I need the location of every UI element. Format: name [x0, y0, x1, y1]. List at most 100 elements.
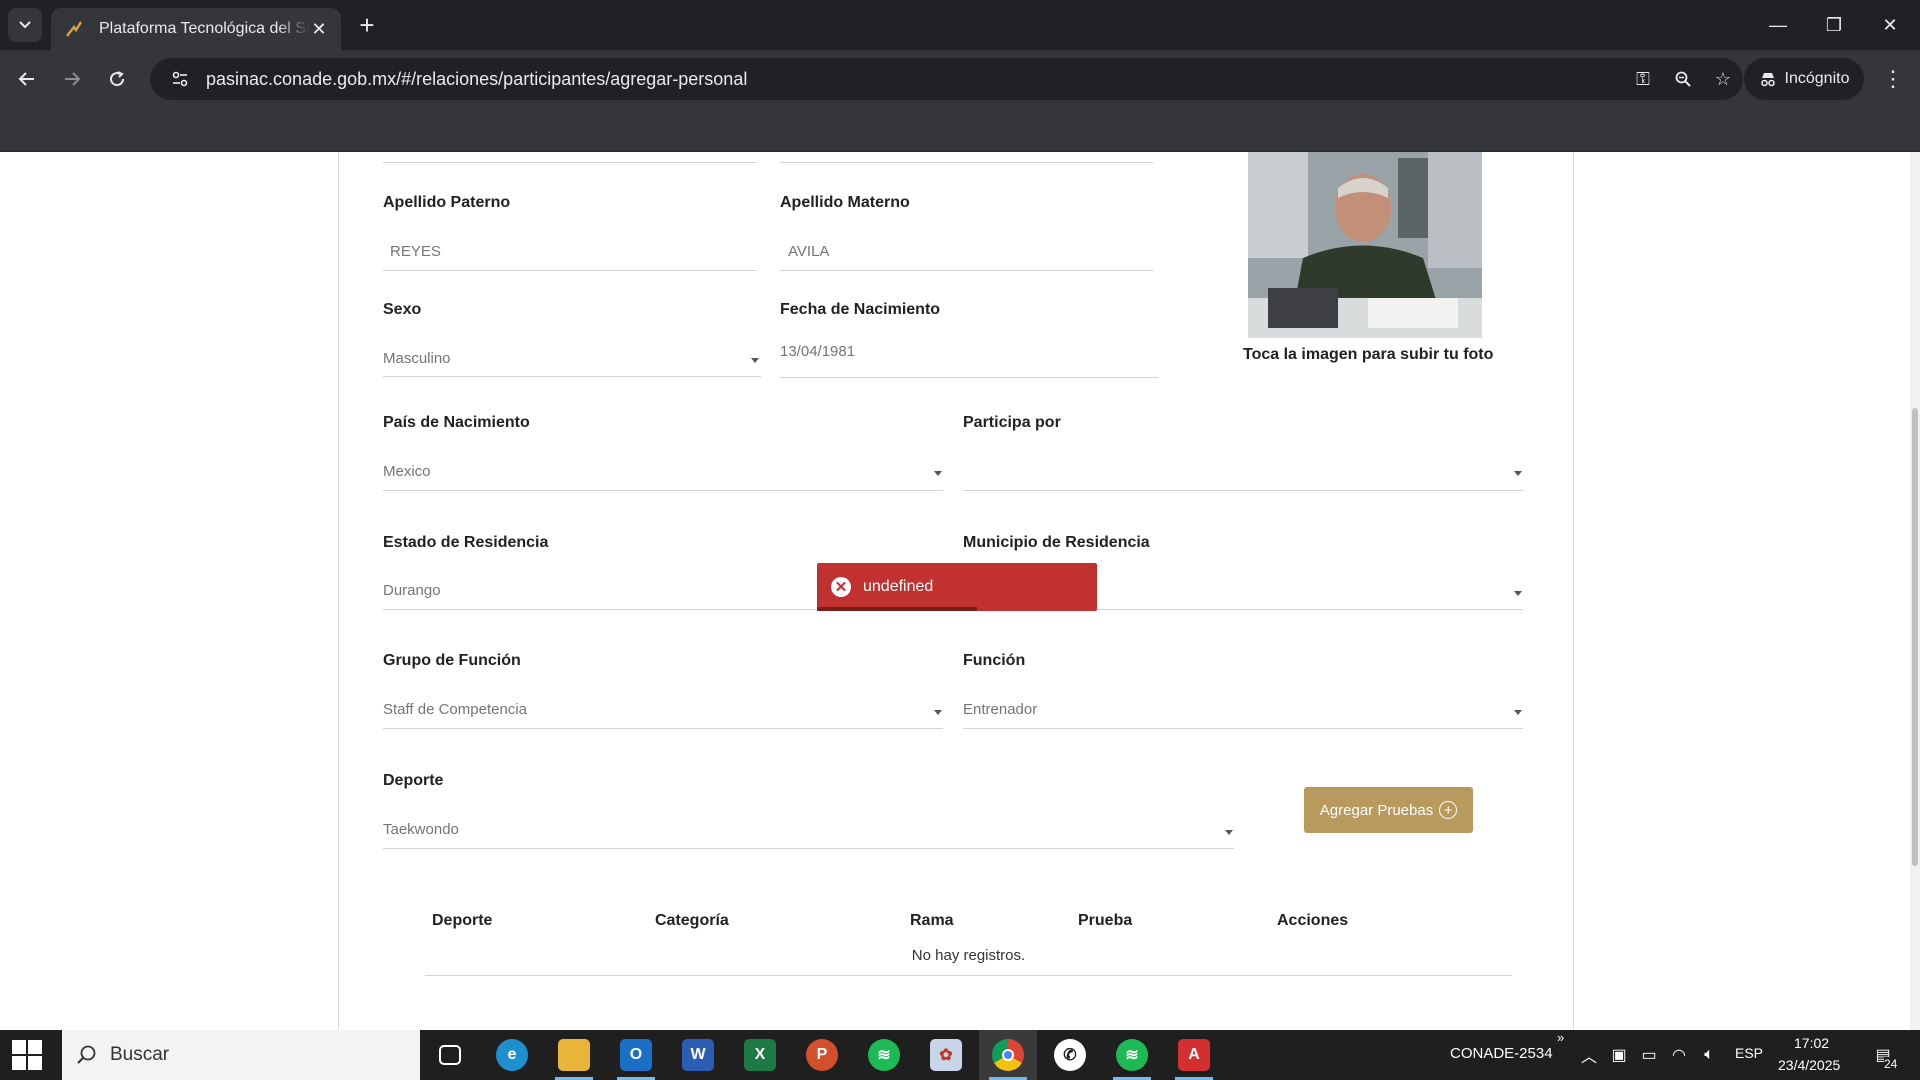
apellido-materno-input[interactable]: AVILA	[788, 243, 829, 260]
table-header-deporte: Deporte	[432, 912, 493, 929]
apellido-materno-underline	[780, 270, 1154, 271]
grupo-funcion-select[interactable]: Staff de Competencia	[383, 701, 527, 718]
toast-progress-bar	[817, 607, 977, 611]
pais-nacimiento-select[interactable]: Mexico	[383, 463, 431, 480]
apellido-paterno-underline	[383, 270, 757, 271]
incognito-label: Incógnito	[1784, 70, 1850, 87]
word-icon[interactable]: W	[669, 1030, 727, 1080]
plus-circle-icon: +	[1439, 801, 1458, 819]
chevron-up-icon[interactable]: ︿	[1578, 1044, 1600, 1066]
browser-toolbar: pasinac.conade.gob.mx/#/relaciones/parti…	[0, 50, 1920, 108]
municipio-residencia-label: Municipio de Residencia	[963, 534, 1150, 551]
tab-search-button[interactable]	[8, 8, 42, 42]
search-icon	[77, 1045, 96, 1064]
profile-photo[interactable]	[1248, 152, 1482, 338]
agregar-pruebas-button[interactable]: Agregar Pruebas +	[1304, 787, 1473, 833]
site-favicon-icon	[63, 18, 85, 40]
sexo-underline	[383, 376, 761, 377]
incognito-badge[interactable]: Incógnito	[1744, 58, 1864, 100]
browser-menu-button[interactable]: ⋮	[1876, 62, 1910, 96]
whatsapp-icon[interactable]: ✆	[1041, 1030, 1099, 1080]
site-info-icon[interactable]	[160, 59, 200, 99]
close-tab-icon[interactable]: ✕	[309, 19, 329, 39]
paint-icon[interactable]: ✿	[917, 1030, 975, 1080]
browser-tab[interactable]: Plataforma Tecnológica del Sistema ✕	[51, 8, 341, 50]
toast-message: undefined	[863, 578, 934, 595]
password-key-icon[interactable]: ⚿	[1623, 59, 1663, 99]
curp-underline	[780, 162, 1154, 163]
address-bar[interactable]: pasinac.conade.gob.mx/#/relaciones/parti…	[150, 58, 1743, 100]
outlook-icon[interactable]: O	[607, 1030, 665, 1080]
pais-underline	[383, 490, 943, 491]
close-window-button[interactable]: ✕	[1862, 0, 1918, 50]
nombre-underline	[383, 162, 757, 163]
pais-dropdown-arrow-icon[interactable]	[934, 471, 942, 476]
funcion-select[interactable]: Entrenador	[963, 701, 1037, 718]
bookmark-star-icon[interactable]: ☆	[1703, 59, 1743, 99]
deporte-select[interactable]: Taekwondo	[383, 821, 459, 838]
reload-button[interactable]	[100, 62, 134, 96]
forward-button[interactable]	[55, 62, 89, 96]
table-header-rama: Rama	[910, 912, 954, 929]
participa-por-dropdown-arrow-icon[interactable]	[1514, 471, 1522, 476]
new-tab-button[interactable]: +	[352, 10, 382, 40]
deporte-underline	[383, 848, 1234, 849]
participa-por-underline	[963, 490, 1523, 491]
battery-icon[interactable]: ▭	[1638, 1044, 1660, 1066]
chrome-icon[interactable]	[979, 1030, 1037, 1080]
file-explorer-icon[interactable]	[545, 1030, 603, 1080]
reload-icon	[110, 71, 125, 87]
excel-icon[interactable]: X	[731, 1030, 789, 1080]
apellido-paterno-input[interactable]: REYES	[390, 243, 441, 260]
apellido-paterno-label: Apellido Paterno	[383, 194, 511, 211]
error-toast[interactable]: ✕ undefined	[817, 563, 1097, 611]
clock-date[interactable]: 23/4/2025	[1778, 1057, 1840, 1073]
estado-residencia-label: Estado de Residencia	[383, 534, 549, 551]
task-view-icon[interactable]	[421, 1030, 479, 1080]
deporte-dropdown-arrow-icon[interactable]	[1225, 830, 1233, 835]
bookmarks-bar	[0, 108, 1920, 152]
fecha-nacimiento-label: Fecha de Nacimiento	[780, 301, 941, 318]
spotify-icon-2[interactable]: ≋	[1103, 1030, 1161, 1080]
fecha-nacimiento-input[interactable]: 13/04/1981	[780, 343, 855, 360]
language-indicator[interactable]: ESP	[1735, 1045, 1763, 1061]
taskbar-search-input[interactable]: Buscar	[62, 1030, 420, 1080]
windows-start-icon[interactable]	[12, 1040, 42, 1070]
table-header-prueba: Prueba	[1078, 912, 1133, 929]
deporte-label: Deporte	[383, 772, 444, 789]
volume-icon[interactable]: 🔈︎	[1698, 1044, 1720, 1066]
clock-time[interactable]: 17:02	[1794, 1035, 1829, 1051]
photo-caption: Toca la imagen para subir tu foto	[1243, 346, 1494, 363]
tab-title: Plataforma Tecnológica del Sistema	[99, 20, 309, 37]
page-scrollbar[interactable]	[1910, 152, 1920, 1030]
funcion-dropdown-arrow-icon[interactable]	[1514, 710, 1522, 715]
sexo-select[interactable]: Masculino	[383, 350, 451, 367]
grupo-funcion-dropdown-arrow-icon[interactable]	[934, 710, 942, 715]
estado-residencia-select[interactable]: Durango	[383, 582, 441, 599]
powerpoint-icon[interactable]: P	[793, 1030, 851, 1080]
agregar-pruebas-label: Agregar Pruebas	[1319, 801, 1434, 819]
sexo-label: Sexo	[383, 301, 422, 318]
spotify-icon[interactable]: ≋	[855, 1030, 913, 1080]
municipio-dropdown-arrow-icon[interactable]	[1514, 591, 1522, 596]
grupo-funcion-underline	[383, 728, 943, 729]
acrobat-icon[interactable]: A	[1165, 1030, 1223, 1080]
wifi-icon[interactable]: ◠	[1668, 1044, 1690, 1066]
restore-button[interactable]: ❐	[1806, 0, 1862, 50]
zoom-icon[interactable]	[1663, 59, 1703, 99]
overflow-chevron-icon[interactable]: »	[1557, 1030, 1564, 1045]
sexo-dropdown-arrow-icon[interactable]	[751, 358, 759, 363]
scrollbar-thumb[interactable]	[1912, 408, 1918, 866]
taskbar-search-placeholder: Buscar	[110, 1044, 170, 1065]
apellido-materno-label: Apellido Materno	[780, 194, 910, 211]
incognito-icon	[1760, 73, 1775, 87]
security-icon[interactable]: ▣	[1608, 1044, 1630, 1066]
url-text: pasinac.conade.gob.mx/#/relaciones/parti…	[206, 68, 748, 89]
network-name-label: CONADE-2534	[1450, 1045, 1553, 1062]
arrow-right-icon	[65, 72, 81, 86]
minimize-button[interactable]: —	[1750, 0, 1806, 50]
edge-icon[interactable]: e	[483, 1030, 541, 1080]
windows-taskbar: Buscar e O W X P ≋ ✿ ✆ ≋ A CONADE-2534 »…	[0, 1030, 1920, 1080]
back-button[interactable]	[10, 62, 44, 96]
arrow-left-icon	[18, 72, 34, 86]
